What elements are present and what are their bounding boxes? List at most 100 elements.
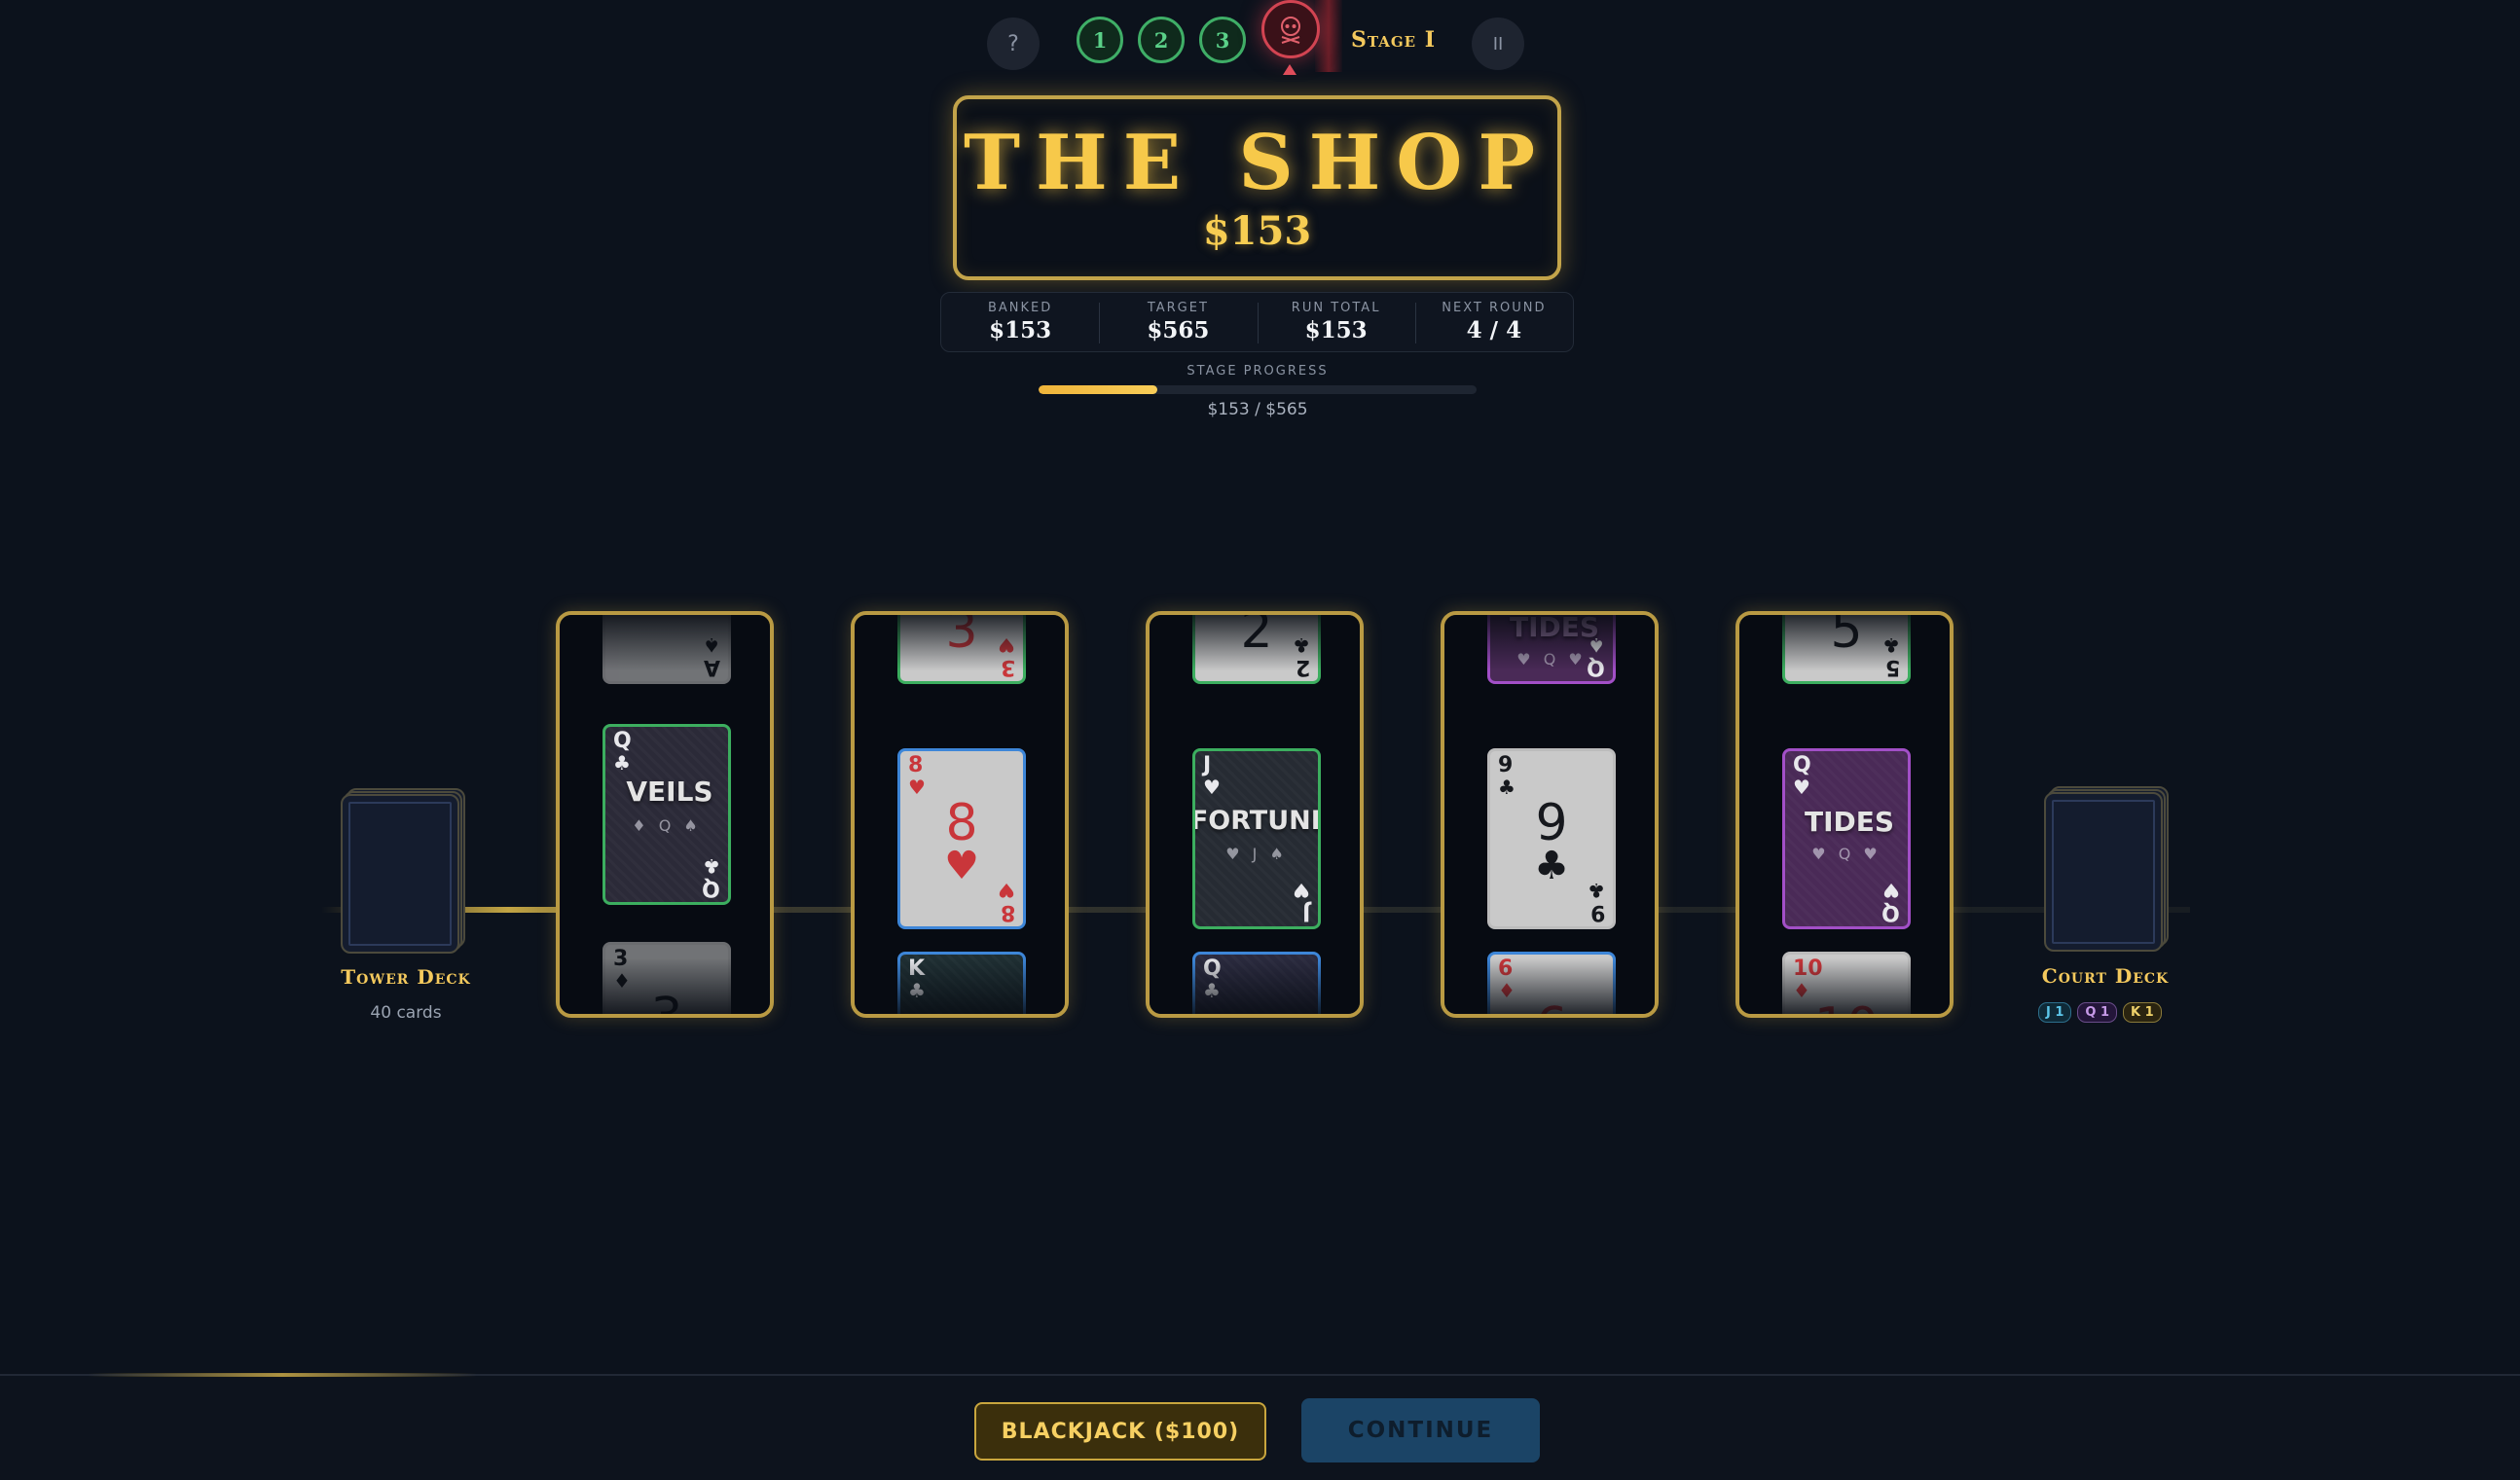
card-suit: ♠ — [703, 633, 720, 657]
card-rank: Q — [702, 876, 720, 900]
card-suit: ♥ — [1203, 776, 1221, 799]
reel-card-main[interactable]: 9 ♣ 9 ♣ 9 ♣ — [1487, 748, 1616, 929]
stat-value: $153 — [1304, 317, 1368, 343]
queen-count-chip: Q 1 — [2077, 1002, 2118, 1023]
stage-1-marker: 1 — [1077, 17, 1123, 63]
card-subtitle: ♦ Q ♠ — [632, 816, 702, 835]
court-deck[interactable] — [2044, 786, 2171, 954]
reel-card-bottom: 3 ♦ 3 — [603, 942, 731, 1014]
card-suit: ♥ — [908, 776, 926, 799]
stats-panel: BANKED $153 TARGET $565 RUN TOTAL $153 N… — [940, 292, 1574, 352]
card-rank: 9 — [1498, 753, 1514, 777]
reel-card-top: 3 3 ♥ — [897, 615, 1026, 684]
current-stage-pointer — [1283, 64, 1297, 75]
card-rank: 6 — [1498, 957, 1514, 981]
card-suit: ♥ — [998, 633, 1015, 657]
card-suit: ♥ — [1882, 879, 1900, 902]
action-bar-glow — [88, 1373, 477, 1377]
help-button[interactable]: ? — [987, 18, 1040, 70]
stage-label: Stage I — [1351, 27, 1437, 53]
card-center-rank: 10 — [1785, 999, 1908, 1014]
tower-deck-title: Tower Deck — [341, 965, 471, 989]
card-suit: ♣ — [703, 854, 720, 878]
reel-card-bottom: K ♣ CROWNS — [897, 952, 1026, 1014]
reel-card-main[interactable]: Q ♥ TIDES ♥ Q ♥ Q ♥ — [1782, 748, 1911, 929]
card-center-rank: 8 — [945, 794, 978, 852]
card-rank: J — [1301, 900, 1310, 924]
reel-card-bottom: 10 ♦ 10 — [1782, 952, 1911, 1014]
card-rank: 9 — [1589, 900, 1605, 924]
reel-card-top: 5 5 ♣ — [1782, 615, 1911, 684]
card-rank: 5 — [1884, 655, 1900, 679]
pause-button[interactable]: II — [1472, 18, 1524, 70]
card-suit: ♦ — [613, 969, 631, 993]
card-rank: K — [908, 957, 926, 981]
stage-3-marker: 3 — [1199, 17, 1246, 63]
tower-deck[interactable] — [341, 788, 467, 956]
boss-stage-marker — [1261, 0, 1320, 58]
card-title: TIDES — [1804, 806, 1895, 838]
card-rank: 8 — [1000, 900, 1015, 924]
card-suit: ♥ — [998, 879, 1015, 902]
card-suit: ♦ — [1498, 979, 1516, 1002]
reel-card-top: 2 2 ♣ — [1192, 615, 1321, 684]
card-title: MIRRORS — [1195, 1009, 1318, 1014]
stat-value: $565 — [1147, 317, 1210, 343]
court-deck-chips: J 1 Q 1 K 1 — [2038, 1002, 2162, 1023]
reel-card-main[interactable]: Q ♣ VEILS ♦ Q ♠ Q ♣ — [603, 724, 731, 905]
card-rank: J — [1203, 753, 1212, 777]
card-title: VEILS — [626, 776, 713, 808]
stat-banked: BANKED $153 — [941, 293, 1099, 351]
continue-button[interactable]: CONTINUE — [1301, 1398, 1540, 1462]
reel-card-top: A ♠ — [603, 615, 731, 684]
court-deck-title: Court Deck — [2041, 964, 2170, 988]
card-center-rank: 6 — [1490, 999, 1613, 1014]
card-suit: ♦ — [1793, 979, 1810, 1002]
card-suit: ♥ — [1293, 879, 1310, 902]
stat-label: RUN TOTAL — [1291, 301, 1381, 315]
stat-value: 4 / 4 — [1466, 317, 1522, 343]
card-rank: Q — [1587, 655, 1605, 679]
card-subtitle: ♥ Q ♥ — [1811, 845, 1881, 863]
shop-title: THE SHOP — [964, 119, 1551, 207]
king-count-chip: K 1 — [2123, 1002, 2162, 1023]
card-subtitle: ♥ J ♠ — [1225, 845, 1288, 863]
reel-slot-2: 3 3 ♥ 8 ♥ 8 ♥ 8 ♥ K ♣ CROWNS — [851, 611, 1069, 1018]
card-rank: Q — [1881, 900, 1900, 924]
reel-slot-4: TIDES ♥ Q ♥ Q ♠ 9 ♣ 9 ♣ 9 ♣ 6 ♦ 6 — [1441, 611, 1659, 1018]
shop-money: $153 — [1202, 208, 1312, 254]
card-suit: ♣ — [1882, 633, 1900, 657]
card-suit: ♣ — [1203, 979, 1221, 1002]
stat-label: BANKED — [987, 301, 1053, 315]
stage-progress-fill — [1039, 385, 1157, 394]
card-suit: ♣ — [1498, 776, 1516, 799]
stat-next-round: NEXT ROUND 4 / 4 — [1414, 293, 1573, 351]
card-rank: 3 — [613, 947, 629, 971]
card-suit: ♣ — [1588, 879, 1605, 902]
deck-card-back — [2044, 792, 2163, 952]
stat-value: $153 — [989, 317, 1052, 343]
card-rank: Q — [1793, 753, 1811, 777]
card-rank: 8 — [908, 753, 924, 777]
card-suit: ♣ — [613, 751, 631, 775]
reel-slot-3: 2 2 ♣ J ♥ FORTUNE ♥ J ♠ J ♥ Q ♣ MIRRORS — [1146, 611, 1364, 1018]
card-suit: ♣ — [908, 979, 926, 1002]
card-rank: Q — [1203, 957, 1222, 981]
reel-slot-1: A ♠ Q ♣ VEILS ♦ Q ♠ Q ♣ 3 ♦ 3 — [556, 611, 774, 1018]
shop-header: THE SHOP $153 — [953, 95, 1561, 280]
reel-card-main[interactable]: 8 ♥ 8 ♥ 8 ♥ — [897, 748, 1026, 929]
card-rank: 3 — [1000, 655, 1015, 679]
reel-card-top: TIDES ♥ Q ♥ Q ♠ — [1487, 615, 1616, 684]
reel-card-bottom: Q ♣ MIRRORS — [1192, 952, 1321, 1014]
reel-card-main[interactable]: J ♥ FORTUNE ♥ J ♠ J ♥ — [1192, 748, 1321, 929]
card-title: CROWNS — [900, 1009, 1023, 1014]
stat-label: TARGET — [1147, 301, 1209, 315]
stage-progress-bar — [1039, 385, 1477, 394]
blackjack-button[interactable]: BLACKJACK ($100) — [974, 1402, 1266, 1461]
reel-slot-5: 5 5 ♣ Q ♥ TIDES ♥ Q ♥ Q ♥ 10 ♦ 10 — [1735, 611, 1954, 1018]
stage-2-marker: 2 — [1138, 17, 1185, 63]
card-rank: 2 — [1295, 655, 1310, 679]
card-rank: Q — [613, 729, 632, 753]
stat-label: NEXT ROUND — [1442, 301, 1547, 315]
card-rank: 10 — [1793, 957, 1823, 981]
